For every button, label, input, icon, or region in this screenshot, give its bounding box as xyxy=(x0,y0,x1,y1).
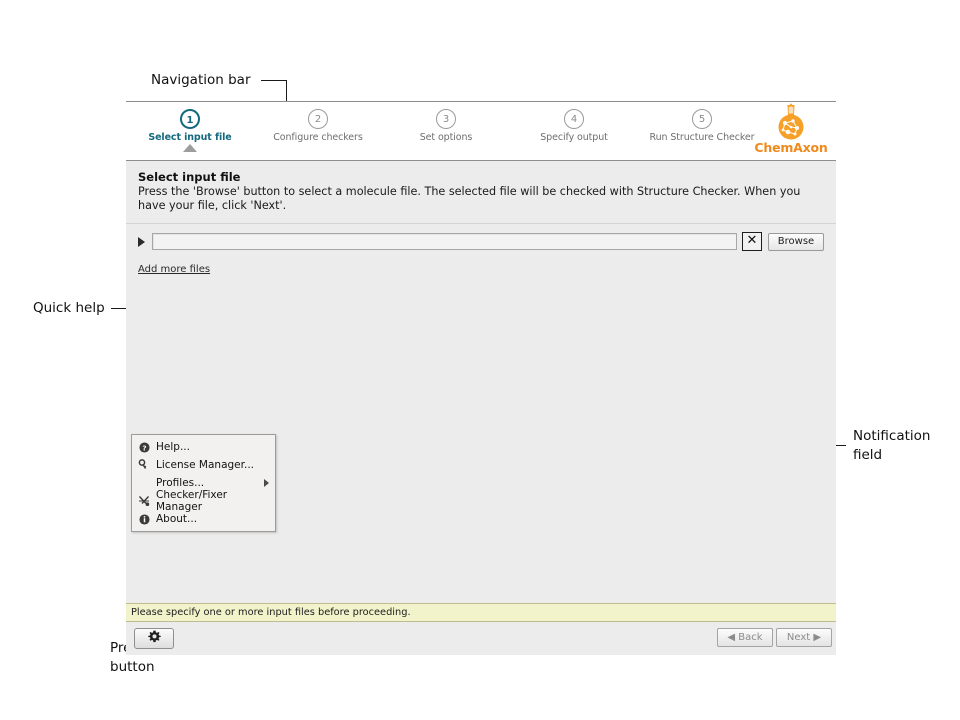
wizard-step-specify-output[interactable]: 4 Specify output xyxy=(510,102,638,143)
add-more-files-row: Add more files xyxy=(126,253,836,286)
quick-help-text: Press the 'Browse' button to select a mo… xyxy=(138,185,828,213)
quick-help-title: Select input file xyxy=(138,170,824,184)
menu-item-help[interactable]: ? Help... xyxy=(132,438,275,456)
chemaxon-logo: ChemAxon xyxy=(750,102,832,160)
wizard-step-configure-checkers[interactable]: 2 Configure checkers xyxy=(254,102,382,143)
step-number-badge: 1 xyxy=(180,109,200,129)
step-label: Run Structure Checker xyxy=(638,132,766,143)
step-number-badge: 2 xyxy=(308,109,328,129)
step-label: Set options xyxy=(382,132,510,143)
navigation-bar: 1 Select input file 2 Configure checkers… xyxy=(126,101,836,161)
clear-input-button[interactable]: ✕ xyxy=(742,232,762,251)
gear-icon xyxy=(148,630,161,643)
input-file-row: ✕ Browse xyxy=(126,224,836,253)
menu-item-checker-fixer-manager[interactable]: Checker/Fixer Manager xyxy=(132,492,275,510)
step-number-badge: 4 xyxy=(564,109,584,129)
step-number-badge: 5 xyxy=(692,109,712,129)
wizard-step-set-options[interactable]: 3 Set options xyxy=(382,102,510,143)
step-label: Configure checkers xyxy=(254,132,382,143)
annotation-navigation-bar: Navigation bar xyxy=(151,71,251,90)
step-label: Specify output xyxy=(510,132,638,143)
info-icon xyxy=(132,510,156,529)
preferences-button[interactable] xyxy=(134,628,174,649)
step-number-badge: 3 xyxy=(436,109,456,129)
annotation-quick-help: Quick help xyxy=(33,299,105,318)
menu-item-label: About... xyxy=(156,513,271,525)
svg-text:?: ? xyxy=(142,443,146,452)
menu-item-license-manager[interactable]: License Manager... xyxy=(132,456,275,474)
preferences-popup-menu: ? Help... License Manager... Profiles... xyxy=(131,434,276,532)
bottom-toolbar: ◀ Back Next ▶ xyxy=(126,622,836,655)
step-label: Select input file xyxy=(126,132,254,143)
menu-item-about[interactable]: About... xyxy=(132,510,275,528)
annotation-notification-field: Notification field xyxy=(853,427,930,465)
chevron-right-icon xyxy=(264,479,269,487)
add-more-files-link[interactable]: Add more files xyxy=(138,264,210,275)
browse-button[interactable]: Browse xyxy=(768,233,824,251)
next-button[interactable]: Next ▶ xyxy=(776,628,832,647)
main-content-area: ? Help... License Manager... Profiles... xyxy=(126,286,836,603)
quick-help-panel: Select input file Press the 'Browse' but… xyxy=(126,161,836,224)
chemaxon-flask-icon xyxy=(771,102,811,142)
menu-item-label: Profiles... xyxy=(156,477,264,489)
wizard-step-select-input-file[interactable]: 1 Select input file xyxy=(126,102,254,143)
notification-field: Please specify one or more input files b… xyxy=(126,603,836,622)
wizard-steps: 1 Select input file 2 Configure checkers… xyxy=(126,102,766,160)
menu-item-label: License Manager... xyxy=(156,459,271,471)
input-file-path-field[interactable] xyxy=(152,233,737,250)
help-icon: ? xyxy=(132,438,156,457)
leader-navigation-bar-h xyxy=(261,80,287,81)
navigation-buttons: ◀ Back Next ▶ xyxy=(714,628,832,647)
chemaxon-wordmark: ChemAxon xyxy=(750,140,832,155)
expand-triangle-icon[interactable] xyxy=(138,237,145,247)
key-icon xyxy=(132,456,156,475)
back-button[interactable]: ◀ Back xyxy=(717,628,773,647)
tools-icon xyxy=(132,492,156,511)
active-step-pointer-icon xyxy=(183,144,197,152)
structure-checker-wizard-window: 1 Select input file 2 Configure checkers… xyxy=(126,101,836,610)
wizard-step-run-structure-checker[interactable]: 5 Run Structure Checker xyxy=(638,102,766,143)
menu-item-label: Help... xyxy=(156,441,271,453)
